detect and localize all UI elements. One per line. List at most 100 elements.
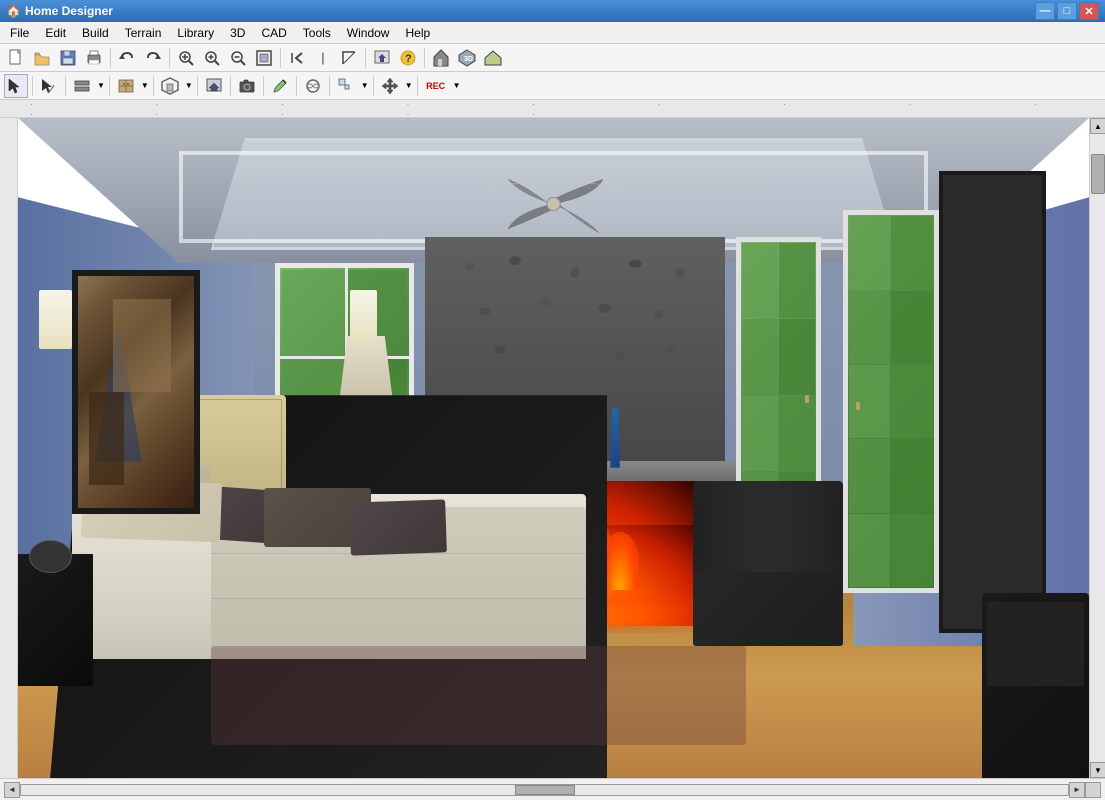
select-button[interactable] bbox=[4, 74, 28, 98]
svg-text:3D: 3D bbox=[464, 56, 473, 63]
menu-tools[interactable]: Tools bbox=[295, 24, 339, 42]
menu-library[interactable]: Library bbox=[169, 24, 222, 42]
room-scene bbox=[18, 118, 1089, 778]
svg-text:?: ? bbox=[405, 53, 412, 65]
new-button[interactable] bbox=[4, 46, 28, 70]
stairs-button[interactable] bbox=[334, 74, 358, 98]
record-button[interactable]: REC bbox=[422, 74, 450, 98]
interior-dropdown-arrow[interactable]: ▼ bbox=[185, 81, 193, 90]
titlebar-controls[interactable]: — □ ✕ bbox=[1035, 2, 1099, 20]
arc-select-button[interactable] bbox=[37, 74, 61, 98]
floor-plan-button[interactable] bbox=[429, 46, 453, 70]
move-dropdown-arrow[interactable]: ▼ bbox=[405, 81, 413, 90]
zoom-in-button[interactable] bbox=[200, 46, 224, 70]
main-area: ▲ ▼ bbox=[0, 118, 1105, 778]
save-button[interactable] bbox=[56, 46, 80, 70]
zoom-out-button[interactable] bbox=[226, 46, 250, 70]
titlebar-left: 🏠 Home Designer bbox=[6, 4, 113, 18]
menu-cad[interactable]: CAD bbox=[253, 24, 294, 42]
separator4 bbox=[365, 48, 366, 68]
redo-button[interactable] bbox=[141, 46, 165, 70]
export-button[interactable] bbox=[202, 74, 226, 98]
ceiling-fan bbox=[425, 171, 682, 237]
scroll-track-horizontal[interactable] bbox=[20, 784, 1069, 796]
picture-frame bbox=[72, 270, 201, 514]
wall-sconce-left bbox=[39, 290, 71, 349]
armchair bbox=[693, 481, 843, 646]
scroll-corner bbox=[1085, 782, 1101, 798]
scroll-thumb-vertical[interactable] bbox=[1091, 154, 1105, 194]
menu-build[interactable]: Build bbox=[74, 24, 117, 42]
help-button[interactable]: ? bbox=[396, 46, 420, 70]
bedside-clock bbox=[29, 540, 72, 573]
separator3 bbox=[280, 48, 281, 68]
undo-button[interactable] bbox=[115, 46, 139, 70]
separator10 bbox=[197, 76, 198, 96]
3d-view-button[interactable]: 3D bbox=[455, 46, 479, 70]
print-button[interactable] bbox=[82, 46, 106, 70]
separator1 bbox=[110, 48, 111, 68]
menu-help[interactable]: Help bbox=[397, 24, 438, 42]
close-button[interactable]: ✕ bbox=[1079, 2, 1099, 20]
separator7 bbox=[65, 76, 66, 96]
bedside-table bbox=[18, 554, 93, 686]
scroll-left-button[interactable]: ◄ bbox=[4, 782, 20, 798]
scroll-thumb-horizontal[interactable] bbox=[515, 785, 575, 795]
menu-3d[interactable]: 3D bbox=[222, 24, 253, 42]
scroll-right-button[interactable]: ► bbox=[1069, 782, 1085, 798]
cabinet-button[interactable] bbox=[114, 74, 138, 98]
wall-dropdown-arrow[interactable]: ▼ bbox=[97, 81, 105, 90]
menu-file[interactable]: File bbox=[2, 24, 37, 42]
toolbar1: | ? 3D bbox=[0, 44, 1105, 72]
material-button[interactable] bbox=[301, 74, 325, 98]
separator6 bbox=[32, 76, 33, 96]
separator9 bbox=[153, 76, 154, 96]
separator11 bbox=[230, 76, 231, 96]
maximize-button[interactable]: □ bbox=[1057, 2, 1077, 20]
scroll-up-button[interactable]: ▲ bbox=[1090, 118, 1105, 134]
fill-window-button[interactable] bbox=[252, 46, 276, 70]
titlebar: 🏠 Home Designer — □ ✕ bbox=[0, 0, 1105, 22]
open-button[interactable] bbox=[30, 46, 54, 70]
stairs-dropdown-arrow[interactable]: ▼ bbox=[361, 81, 369, 90]
separator2 bbox=[169, 48, 170, 68]
angle-button[interactable] bbox=[337, 46, 361, 70]
right-door-frame bbox=[939, 171, 1046, 633]
wall-tool-button[interactable] bbox=[70, 74, 94, 98]
menu-window[interactable]: Window bbox=[339, 24, 398, 42]
separator5 bbox=[424, 48, 425, 68]
separator12 bbox=[263, 76, 264, 96]
french-door-right bbox=[843, 210, 939, 593]
import-button[interactable] bbox=[370, 46, 394, 70]
cabinet-dropdown-arrow[interactable]: ▼ bbox=[141, 81, 149, 90]
crosshair-cursor bbox=[682, 303, 698, 319]
top-ruler: · · · · · · · · · · · · · · bbox=[0, 100, 1105, 118]
rec-dropdown-arrow[interactable]: ▼ bbox=[453, 81, 461, 90]
interior-button[interactable] bbox=[158, 74, 182, 98]
menu-edit[interactable]: Edit bbox=[37, 24, 74, 42]
toolbar2: ▼ ▼ ▼ ▼ ▼ REC ▼ bbox=[0, 72, 1105, 100]
app-icon: 🏠 bbox=[6, 4, 21, 18]
menubar: File Edit Build Terrain Library 3D CAD T… bbox=[0, 22, 1105, 44]
statusbar: ◄ ► bbox=[0, 778, 1105, 800]
minimize-button[interactable]: — bbox=[1035, 2, 1055, 20]
wall-sconce-right bbox=[350, 290, 377, 343]
menu-terrain[interactable]: Terrain bbox=[117, 24, 170, 42]
corner-armchair bbox=[982, 593, 1089, 778]
canvas-area[interactable] bbox=[18, 118, 1089, 778]
camera-button[interactable] bbox=[235, 74, 259, 98]
scroll-down-button[interactable]: ▼ bbox=[1090, 762, 1105, 778]
pillow-dark-3 bbox=[349, 499, 447, 555]
measure-button[interactable]: | bbox=[311, 46, 335, 70]
elevation-button[interactable] bbox=[481, 46, 505, 70]
app-title: Home Designer bbox=[25, 4, 113, 18]
right-scrollbar[interactable]: ▲ ▼ bbox=[1089, 118, 1105, 778]
scroll-track-vertical[interactable] bbox=[1090, 134, 1105, 762]
separator15 bbox=[373, 76, 374, 96]
rug bbox=[211, 646, 747, 745]
separator13 bbox=[296, 76, 297, 96]
move-button[interactable] bbox=[378, 74, 402, 98]
paint-button[interactable] bbox=[268, 74, 292, 98]
zoom-box-button[interactable] bbox=[174, 46, 198, 70]
arrow-left-button[interactable] bbox=[285, 46, 309, 70]
